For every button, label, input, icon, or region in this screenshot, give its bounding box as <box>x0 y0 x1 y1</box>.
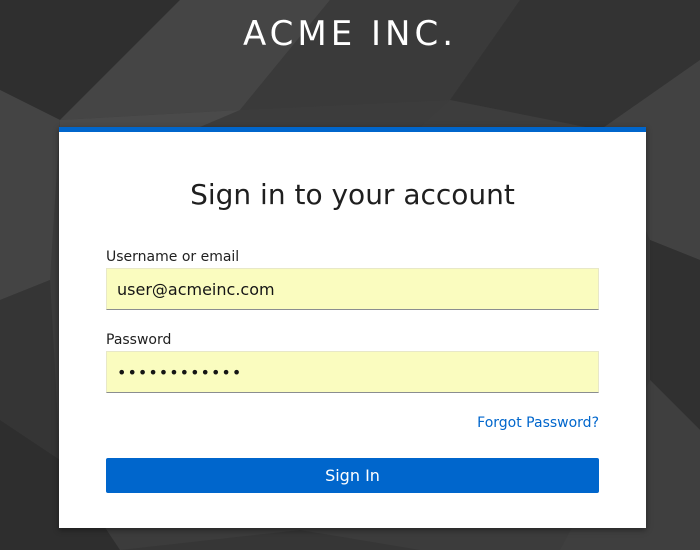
forgot-password-link[interactable]: Forgot Password? <box>477 415 599 431</box>
brand-logo-text: ACME INC. <box>242 14 458 54</box>
username-input[interactable] <box>106 268 599 310</box>
password-label: Password <box>106 332 172 348</box>
login-title: Sign in to your account <box>190 178 515 211</box>
login-card: Sign in to your account Username or emai… <box>59 127 646 528</box>
sign-in-button[interactable]: Sign In <box>106 458 599 493</box>
username-label: Username or email <box>106 249 240 265</box>
password-input[interactable] <box>106 351 599 393</box>
